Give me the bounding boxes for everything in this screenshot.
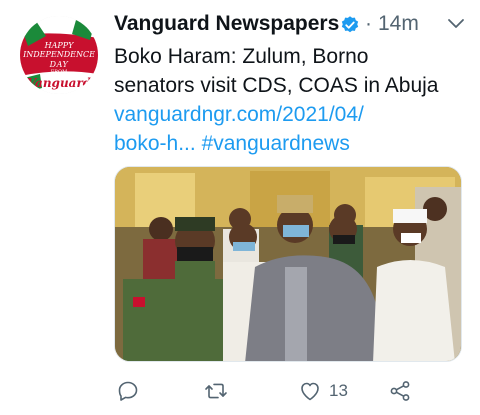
heart-icon xyxy=(301,382,319,401)
retweet-button[interactable] xyxy=(204,376,228,406)
chevron-down-icon[interactable] xyxy=(446,16,466,32)
article-link[interactable]: vanguardngr.com/2021/04/ xyxy=(114,100,466,129)
retweet-icon xyxy=(205,383,227,399)
tweet-text-line: senators visit CDS, COAS in Abuja xyxy=(114,74,439,97)
separator-dot: · xyxy=(365,12,372,35)
tweet-text: Boko Haram: Zulum, Borno senators visit … xyxy=(114,42,466,158)
tweet-header: Vanguard Newspapers · 14m xyxy=(114,12,466,40)
share-icon xyxy=(390,381,410,401)
photo-image xyxy=(115,167,461,361)
reply-icon xyxy=(118,381,138,401)
avatar-text-from: FROM xyxy=(50,69,68,75)
verified-badge-icon xyxy=(341,16,359,33)
avatar[interactable]: HAPPY INDEPENDENCE DAY FROM Vanguard xyxy=(20,16,98,94)
reply-button[interactable] xyxy=(116,376,140,406)
share-button[interactable] xyxy=(388,376,412,406)
display-name[interactable]: Vanguard Newspapers xyxy=(114,12,339,36)
tweet[interactable]: HAPPY INDEPENDENCE DAY FROM Vanguard Van… xyxy=(0,0,480,415)
tweet-actions: 13 xyxy=(114,376,466,406)
like-button[interactable]: 13 xyxy=(298,376,348,406)
avatar-text-independence: INDEPENDENCE xyxy=(23,50,95,59)
hashtag-link[interactable]: #vanguardnews xyxy=(202,132,350,155)
avatar-brand-logo: Vanguard xyxy=(26,76,92,90)
timestamp[interactable]: 14m xyxy=(378,12,419,36)
tweet-photo[interactable] xyxy=(114,166,462,362)
tweet-text-line: Boko Haram: Zulum, Borno xyxy=(114,45,369,68)
avatar-text-happy: HAPPY xyxy=(44,41,74,50)
like-count: 13 xyxy=(329,381,348,400)
avatar-text-day: DAY xyxy=(49,60,69,69)
article-link-continued[interactable]: boko-h... xyxy=(114,132,196,155)
